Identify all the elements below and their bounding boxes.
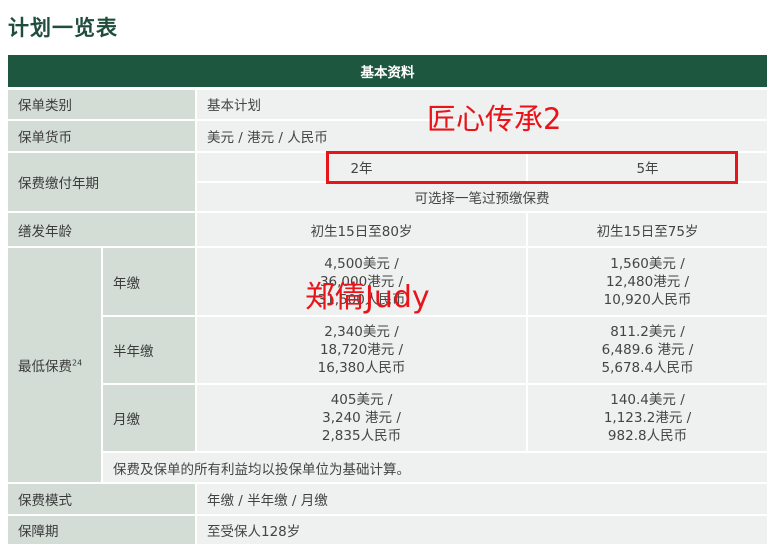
payment-period-label: 保费缴付年期 — [8, 152, 197, 213]
annual-5yr-premium: 1,560美元 / 12,480港元 / 10,920人民币 — [526, 247, 767, 317]
table-row: 半年缴 2,340美元 / 18,720港元 / 16,380人民币 811.2… — [8, 316, 767, 385]
monthly-2yr-premium: 405美元 / 3,240 港元 / 2,835人民币 — [196, 384, 527, 453]
highlight-box — [326, 151, 738, 184]
table-row: 保障期 至受保人128岁 — [8, 515, 767, 546]
table-row: 保费模式 年缴 / 半年缴 / 月缴 — [8, 483, 767, 516]
prepay-note: 可选择一笔过预缴保费 — [196, 182, 767, 213]
min-premium-label: 最低保费24 — [8, 247, 103, 484]
issue-age-label: 缮发年龄 — [8, 212, 197, 248]
min-premium-note: 保费及保单的所有利益均以投保单位为基础计算。 — [102, 452, 767, 484]
coverage-label: 保障期 — [8, 515, 197, 546]
premium-mode-label: 保费模式 — [8, 483, 197, 516]
issue-age-5yr: 初生15日至75岁 — [526, 212, 767, 248]
table-header: 基本资料 — [8, 55, 767, 90]
semiannual-5yr-premium: 811.2美元 / 6,489.6 港元 / 5,678.4人民币 — [526, 316, 767, 385]
semiannual-2yr-premium: 2,340美元 / 18,720港元 / 16,380人民币 — [196, 316, 527, 385]
plan-type-label: 保单类别 — [8, 88, 197, 121]
premium-mode-value: 年缴 / 半年缴 / 月缴 — [196, 483, 767, 516]
mode-annual-label: 年缴 — [102, 247, 197, 317]
watermark-text: 郑倩Judy — [305, 280, 430, 315]
table-row: 月缴 405美元 / 3,240 港元 / 2,835人民币 140.4美元 /… — [8, 384, 767, 453]
mode-semiannual-label: 半年缴 — [102, 316, 197, 385]
table-row: 缮发年龄 初生15日至80岁 初生15日至75岁 — [8, 212, 767, 248]
page-title: 计划一览表 — [8, 16, 118, 40]
coverage-value: 至受保人128岁 — [196, 515, 767, 546]
table-row: 保费及保单的所有利益均以投保单位为基础计算。 — [8, 452, 767, 484]
mode-monthly-label: 月缴 — [102, 384, 197, 453]
currency-label: 保单货币 — [8, 120, 197, 153]
issue-age-2yr: 初生15日至80岁 — [196, 212, 527, 248]
table-header-row: 基本资料 — [8, 55, 767, 90]
watermark-text: 匠心传承2 — [427, 102, 562, 136]
table-row: 保单类别 基本计划 — [8, 88, 767, 121]
table-row: 保单货币 美元 / 港元 / 人民币 — [8, 120, 767, 153]
monthly-5yr-premium: 140.4美元 / 1,123.2港元 / 982.8人民币 — [526, 384, 767, 453]
